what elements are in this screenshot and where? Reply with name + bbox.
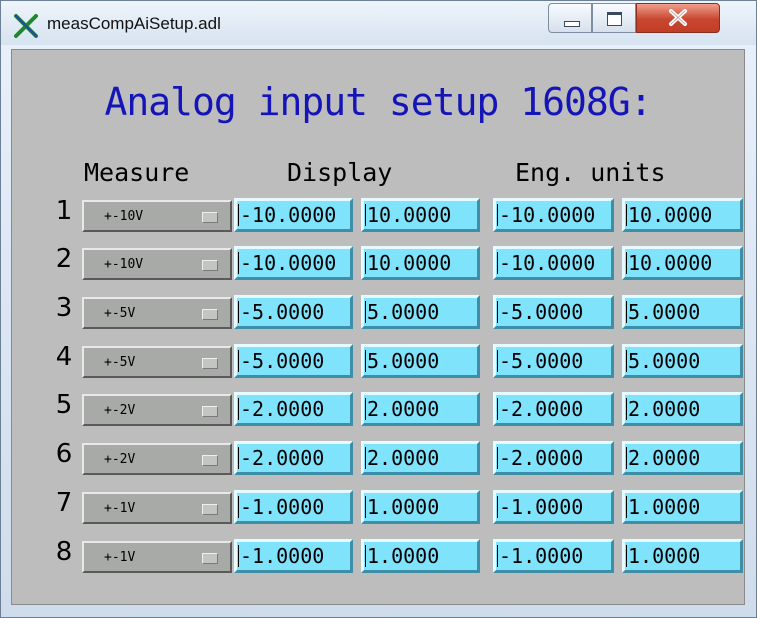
display-low-input[interactable]: -2.0000	[234, 392, 353, 426]
menu-indicator-icon	[202, 309, 218, 320]
range-menu[interactable]: +-10V	[82, 248, 232, 280]
display-low-input[interactable]: -2.0000	[234, 441, 353, 475]
range-value: +-10V	[104, 209, 144, 224]
range-menu[interactable]: +-1V	[82, 541, 232, 573]
eng-high-input[interactable]: 5.0000	[622, 344, 743, 378]
display-low-input[interactable]: -1.0000	[234, 539, 353, 573]
row-number: 8	[55, 537, 73, 567]
menu-indicator-icon	[202, 358, 218, 369]
window-title: measCompAiSetup.adl	[47, 14, 221, 33]
menu-indicator-icon	[202, 212, 218, 223]
minimize-button[interactable]	[548, 3, 592, 33]
range-value: +-1V	[104, 550, 136, 565]
row-number: 7	[55, 488, 73, 518]
range-value: +-2V	[104, 403, 136, 418]
eng-high-input[interactable]: 10.0000	[622, 198, 743, 232]
range-value: +-10V	[104, 257, 144, 272]
setup-panel: Analog input setup 1608G: Measure Displa…	[11, 49, 745, 605]
menu-indicator-icon	[202, 553, 218, 564]
range-menu[interactable]: +-5V	[82, 346, 232, 378]
range-value: +-2V	[104, 452, 136, 467]
column-header-eng-units: Eng. units	[515, 158, 666, 187]
eng-high-input[interactable]: 2.0000	[622, 392, 743, 426]
minimize-icon	[564, 21, 580, 27]
row-number: 2	[55, 244, 73, 274]
maximize-icon	[607, 12, 622, 26]
display-low-input[interactable]: -10.0000	[234, 246, 353, 280]
menu-indicator-icon	[202, 406, 218, 417]
menu-indicator-icon	[202, 260, 218, 271]
eng-low-input[interactable]: -2.0000	[493, 441, 614, 475]
eng-high-input[interactable]: 1.0000	[622, 539, 743, 573]
range-menu[interactable]: +-2V	[82, 394, 232, 426]
range-value: +-5V	[104, 355, 136, 370]
range-value: +-5V	[104, 306, 136, 321]
display-low-input[interactable]: -5.0000	[234, 344, 353, 378]
row-number: 1	[55, 196, 73, 226]
eng-low-input[interactable]: -1.0000	[493, 490, 614, 524]
display-low-input[interactable]: -10.0000	[234, 198, 353, 232]
eng-low-input[interactable]: -10.0000	[493, 246, 614, 280]
eng-low-input[interactable]: -5.0000	[493, 344, 614, 378]
display-high-input[interactable]: 2.0000	[361, 441, 480, 475]
row-number: 5	[55, 390, 73, 420]
row-number: 6	[55, 439, 73, 469]
title-bar: measCompAiSetup.adl	[1, 1, 756, 45]
row-number: 3	[55, 293, 73, 323]
display-high-input[interactable]: 2.0000	[361, 392, 480, 426]
display-low-input[interactable]: -5.0000	[234, 295, 353, 329]
eng-high-input[interactable]: 1.0000	[622, 490, 743, 524]
menu-indicator-icon	[202, 455, 218, 466]
maximize-button[interactable]	[592, 3, 636, 33]
display-low-input[interactable]: -1.0000	[234, 490, 353, 524]
menu-indicator-icon	[202, 504, 218, 515]
display-high-input[interactable]: 10.0000	[361, 198, 480, 232]
page-title: Analog input setup 1608G:	[104, 80, 653, 124]
eng-low-input[interactable]: -1.0000	[493, 539, 614, 573]
app-window: measCompAiSetup.adl Analog input setup 1…	[0, 0, 757, 618]
close-icon	[669, 9, 687, 26]
row-number: 4	[55, 342, 73, 372]
column-header-display: Display	[287, 158, 393, 187]
range-menu[interactable]: +-5V	[82, 297, 232, 329]
display-high-input[interactable]: 5.0000	[361, 295, 480, 329]
range-value: +-1V	[104, 501, 136, 516]
display-high-input[interactable]: 5.0000	[361, 344, 480, 378]
display-high-input[interactable]: 1.0000	[361, 539, 480, 573]
range-menu[interactable]: +-2V	[82, 443, 232, 475]
eng-high-input[interactable]: 10.0000	[622, 246, 743, 280]
app-icon	[13, 13, 39, 39]
close-button[interactable]	[636, 3, 720, 33]
range-menu[interactable]: +-10V	[82, 200, 232, 232]
range-menu[interactable]: +-1V	[82, 492, 232, 524]
column-header-measure: Measure	[84, 158, 190, 187]
eng-high-input[interactable]: 5.0000	[622, 295, 743, 329]
eng-low-input[interactable]: -2.0000	[493, 392, 614, 426]
eng-high-input[interactable]: 2.0000	[622, 441, 743, 475]
display-high-input[interactable]: 1.0000	[361, 490, 480, 524]
eng-low-input[interactable]: -5.0000	[493, 295, 614, 329]
display-high-input[interactable]: 10.0000	[361, 246, 480, 280]
eng-low-input[interactable]: -10.0000	[493, 198, 614, 232]
